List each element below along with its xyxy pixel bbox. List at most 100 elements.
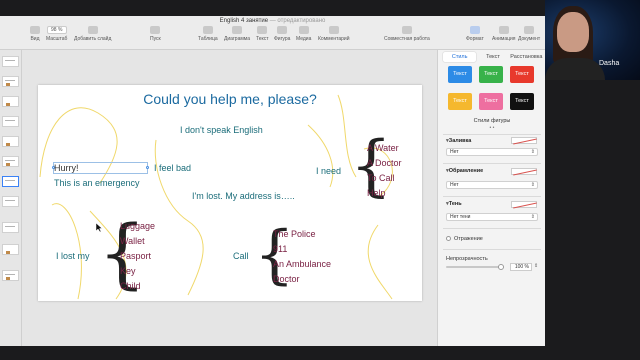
slide-thumbnail[interactable] [2, 76, 19, 87]
shadow-section-label[interactable]: Тень [446, 201, 462, 207]
shape-style-red[interactable]: Текст [510, 66, 534, 83]
slide[interactable]: Could you help me, please? I don't speak… [38, 85, 422, 301]
opacity-slider[interactable] [446, 264, 504, 270]
lost-item[interactable]: Key [120, 266, 136, 276]
slide-thumbnail[interactable] [2, 222, 19, 233]
border-select[interactable]: Нет ⇕ [446, 181, 538, 189]
page-dots[interactable]: • • [438, 125, 546, 131]
document-name: English 4 занятие [219, 18, 269, 24]
phrase-call[interactable]: Call [233, 251, 249, 261]
add-slide-button[interactable]: Добавить слайд [74, 26, 111, 42]
slide-thumbnail[interactable] [2, 244, 19, 255]
play-button[interactable]: Пуск [150, 26, 161, 42]
mouse-cursor-icon [96, 223, 103, 233]
view-button[interactable]: Вид [30, 26, 40, 42]
shape-style-green[interactable]: Текст [479, 66, 503, 83]
stepper-icon[interactable]: ⇕ [534, 263, 538, 269]
border-section-label[interactable]: Обрамление [446, 168, 483, 174]
shadow-select[interactable]: Нет тени ⇕ [446, 213, 538, 221]
chart-icon [232, 26, 242, 34]
slide-navigator [0, 50, 22, 346]
toolbar: English 4 занятие — отредактировано Вид … [0, 16, 545, 50]
phrase-lost-my[interactable]: I lost my [56, 251, 90, 261]
divider [443, 249, 541, 250]
divider [443, 196, 541, 197]
zoom-control[interactable]: 98 % Масштаб [46, 26, 67, 42]
format-button[interactable]: Формат [466, 26, 484, 42]
animate-button[interactable]: Анимация [492, 26, 515, 42]
edited-status: — отредактировано [269, 18, 326, 24]
slide-title[interactable]: Could you help me, please? [38, 91, 422, 107]
opacity-label: Непрозрачность [446, 256, 488, 262]
opacity-value-field[interactable]: 100 % [510, 263, 532, 271]
format-inspector: Стиль Текст Расстановка Текст Текст Текс… [437, 50, 545, 346]
fill-color-well[interactable] [511, 137, 537, 145]
slide-thumbnail[interactable] [2, 270, 19, 281]
comment-icon [328, 26, 339, 34]
fill-select[interactable]: Нет ⇕ [446, 148, 538, 156]
phrase-hurry[interactable]: Hurry! [54, 163, 79, 173]
shadow-color-well[interactable] [511, 201, 537, 209]
lost-item[interactable]: Child [120, 281, 141, 291]
shape-icon [277, 26, 288, 34]
shape-style-blue[interactable]: Текст [448, 66, 472, 83]
shape-button[interactable]: Фигура [274, 26, 290, 42]
media-icon [298, 26, 309, 34]
collaborate-icon [401, 26, 412, 34]
chevron-updown-icon: ⇕ [530, 214, 535, 220]
phrase-lost-address[interactable]: I'm lost. My address is….. [192, 191, 295, 201]
lost-item[interactable]: Luggage [120, 221, 155, 231]
tab-arrange[interactable]: Расстановка [510, 52, 543, 62]
document-icon [524, 26, 535, 34]
divider [443, 228, 541, 229]
document-title: English 4 занятие — отредактировано [0, 18, 545, 24]
media-button[interactable]: Медиа [296, 26, 311, 42]
call-item[interactable]: 911 [273, 244, 287, 254]
call-item[interactable]: An Ambulance [273, 259, 331, 269]
fill-section-label[interactable]: Заливка [446, 138, 472, 144]
slide-thumbnail[interactable] [2, 96, 19, 107]
shape-style-black[interactable]: Текст [510, 93, 534, 110]
chart-button[interactable]: Диаграмма [224, 26, 250, 42]
phrase-dont-speak[interactable]: I don't speak English [180, 125, 263, 135]
chevron-updown-icon: ⇕ [530, 182, 535, 188]
need-item[interactable]: A Doctor [367, 158, 402, 168]
reflection-checkbox[interactable] [446, 236, 451, 241]
phrase-emergency[interactable]: This is an emergency [54, 178, 140, 188]
zoom-value[interactable]: 98 % [46, 26, 67, 34]
slide-thumbnail[interactable] [2, 56, 19, 67]
call-item[interactable]: Doctor [273, 274, 300, 284]
text-icon [257, 26, 268, 34]
slide-thumbnail[interactable] [2, 116, 19, 127]
participant-body [545, 58, 605, 80]
document-button[interactable]: Документ [518, 26, 540, 42]
slide-thumbnail-selected[interactable] [2, 176, 19, 187]
comment-button[interactable]: Комментарий [318, 26, 350, 42]
text-button[interactable]: Текст [256, 26, 269, 42]
shape-style-pink[interactable]: Текст [479, 93, 503, 110]
tab-style[interactable]: Стиль [443, 52, 477, 62]
lost-item[interactable]: Wallet [120, 236, 145, 246]
shape-styles-caption: Стили фигуры [473, 118, 511, 124]
collaborate-button[interactable]: Совместная работа [384, 26, 430, 42]
table-button[interactable]: Таблица [198, 26, 218, 42]
divider [443, 134, 541, 135]
app-window: English 4 занятие — отредактировано Вид … [0, 0, 640, 360]
slide-thumbnail[interactable] [2, 196, 19, 207]
reflection-label: Отражение [454, 236, 483, 242]
shape-style-yellow[interactable]: Текст [448, 93, 472, 110]
slide-thumbnail[interactable] [2, 156, 19, 167]
slide-thumbnail[interactable] [2, 136, 19, 147]
need-item[interactable]: To Call [367, 173, 395, 183]
lost-item[interactable]: Pasport [120, 251, 151, 261]
need-item[interactable]: Help [367, 188, 386, 198]
tab-text[interactable]: Текст [476, 52, 509, 62]
brush-icon [469, 26, 480, 34]
phrase-feel-bad[interactable]: I feel bad [154, 163, 191, 173]
call-item[interactable]: The Police [273, 229, 316, 239]
need-item[interactable]: A Water [367, 143, 399, 153]
border-color-well[interactable] [511, 168, 537, 176]
phrase-i-need[interactable]: I need [316, 166, 341, 176]
opacity-slider-knob[interactable] [498, 264, 504, 270]
participant-name: Dasha [599, 60, 620, 67]
